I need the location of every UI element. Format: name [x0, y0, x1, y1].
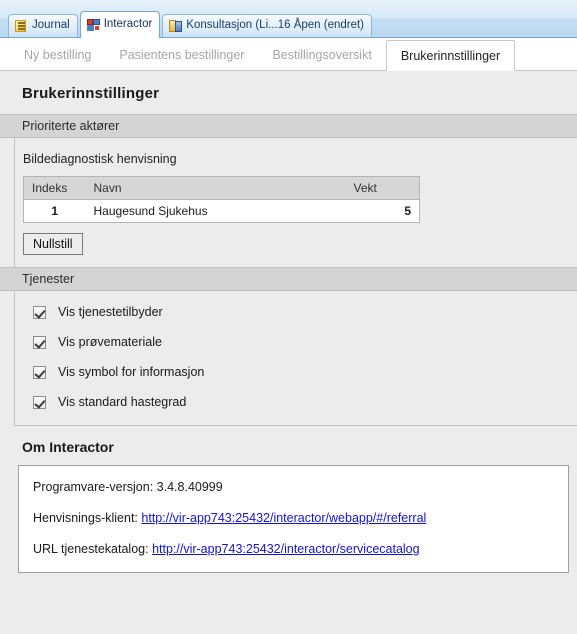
column-header-navn[interactable]: Navn [85, 176, 346, 200]
checkbox-label: Vis prøvemateriale [58, 335, 162, 350]
about-referral-line: Henvisnings-klient: http://vir-app743:25… [33, 511, 568, 525]
checkbox-row-vis-standard-hastegrad[interactable]: Vis standard hastegrad [33, 395, 577, 409]
column-header-indeks[interactable]: Indeks [23, 176, 86, 200]
section-header-tjenester: Tjenester [0, 267, 577, 292]
about-catalog-label: URL tjenestekatalog: [33, 542, 149, 557]
checkbox-vis-tjenestetilbyder[interactable] [33, 305, 46, 319]
about-version-value: 3.4.8.40999 [156, 480, 223, 495]
checkbox-label: Vis symbol for informasjon [58, 365, 205, 380]
cell-indeks: 1 [23, 199, 86, 223]
window-tab-konsultasjon[interactable]: Konsultasjon (Li...16 Åpen (endret) [162, 14, 373, 37]
tab-pasientens-bestillinger[interactable]: Pasientens bestillinger [105, 38, 258, 71]
field-label-bildediagnostisk-henvisning: Bildediagnostisk henvisning [23, 152, 177, 166]
journal-icon [15, 20, 28, 32]
cell-vekt: 5 [345, 199, 420, 223]
checkbox-row-vis-symbol-for-informasjon[interactable]: Vis symbol for informasjon [33, 365, 577, 379]
table-row[interactable]: 1 Haugesund Sjukehus 5 [23, 199, 420, 223]
checkbox-vis-standard-hastegrad[interactable] [33, 395, 46, 409]
window-tab-strip: Journal Interactor Konsultasjon (Li...16… [0, 0, 577, 38]
section-om-interactor: Om Interactor Programvare-versjon: 3.4.8… [0, 426, 577, 574]
tab-brukerinnstillinger[interactable]: Brukerinnstillinger [385, 40, 516, 71]
referral-client-link[interactable]: http://vir-app743:25432/interactor/webap… [141, 511, 426, 525]
window-tab-interactor[interactable]: Interactor [79, 11, 161, 38]
table-header-row: Indeks Navn Vekt [23, 176, 420, 200]
service-catalog-link[interactable]: http://vir-app743:25432/interactor/servi… [152, 542, 420, 556]
window-tab-label: Interactor [103, 17, 153, 30]
about-version-label: Programvare-versjon: [33, 480, 154, 495]
page-title: Brukerinnstillinger [22, 85, 160, 102]
consultation-icon [169, 20, 183, 32]
tab-ny-bestilling[interactable]: Ny bestilling [10, 38, 105, 71]
interactor-icon [86, 18, 100, 31]
section-prioriterte-aktorer: Prioriterte aktører Bildediagnostisk hen… [0, 114, 577, 268]
priority-actors-table: Indeks Navn Vekt 1 Haugesund Sjukehus 5 [23, 176, 420, 223]
cell-navn: Haugesund Sjukehus [85, 199, 346, 223]
sub-tab-bar: Ny bestilling Pasientens bestillinger Be… [0, 38, 577, 71]
section-header-om-interactor: Om Interactor [22, 439, 114, 456]
checkbox-label: Vis tjenestetilbyder [58, 305, 163, 320]
section-header-prioriterte-aktorer: Prioriterte aktører [0, 114, 577, 138]
window-tab-label: Journal [32, 19, 70, 32]
checkbox-vis-symbol-for-informasjon[interactable] [33, 365, 46, 379]
settings-page: Brukerinnstillinger Prioriterte aktører … [0, 71, 577, 634]
about-box: Programvare-versjon: 3.4.8.40999 Henvisn… [18, 465, 569, 574]
column-header-vekt[interactable]: Vekt [345, 176, 420, 200]
checkbox-row-vis-provemateriale[interactable]: Vis prøvemateriale [33, 335, 577, 349]
nullstill-button[interactable]: Nullstill [23, 233, 83, 256]
checkbox-label: Vis standard hastegrad [58, 395, 187, 410]
tab-bestillingsoversikt[interactable]: Bestillingsoversikt [258, 38, 385, 71]
about-version-line: Programvare-versjon: 3.4.8.40999 [33, 480, 568, 494]
checkbox-row-vis-tjenestetilbyder[interactable]: Vis tjenestetilbyder [33, 305, 577, 319]
about-catalog-line: URL tjenestekatalog: http://vir-app743:2… [33, 542, 568, 556]
window-tab-label: Konsultasjon (Li...16 Åpen (endret) [186, 19, 365, 32]
window-tab-journal[interactable]: Journal [8, 14, 78, 37]
section-body-tjenester: Vis tjenestetilbyder Vis prøvemateriale … [14, 291, 577, 426]
checkbox-vis-provemateriale[interactable] [33, 335, 46, 349]
section-tjenester: Tjenester Vis tjenestetilbyder Vis prøve… [0, 267, 577, 427]
about-referral-label: Henvisnings-klient: [33, 511, 138, 526]
section-body-prioriterte-aktorer: Bildediagnostisk henvisning Indeks Navn … [14, 138, 577, 268]
